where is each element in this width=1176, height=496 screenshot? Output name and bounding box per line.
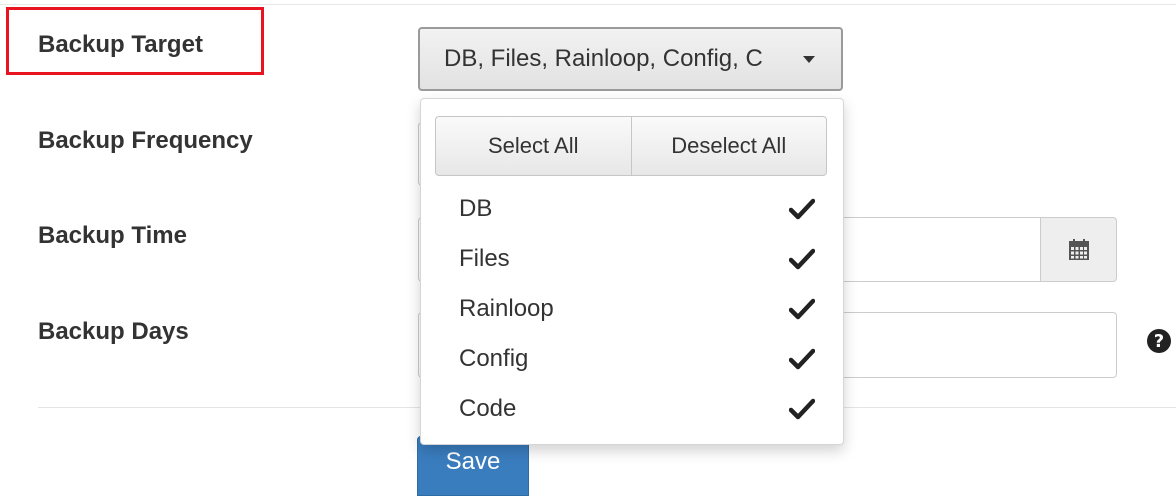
backup-frequency-label: Backup Frequency [38,127,253,154]
calendar-icon [1068,238,1089,260]
calendar-button[interactable] [1040,217,1117,282]
check-icon [789,248,815,270]
save-button[interactable]: Save [417,436,529,496]
option-label: DB [459,195,493,222]
option-code[interactable]: Code [421,384,845,434]
backup-target-select[interactable]: DB, Files, Rainloop, Config, C [418,27,843,91]
check-icon [789,298,815,320]
backup-target-value: DB, Files, Rainloop, Config, C [444,45,763,72]
select-all-button[interactable]: Select All [435,116,632,176]
backup-days-label: Backup Days [38,318,189,345]
option-files[interactable]: Files [421,234,845,284]
backup-target-label: Backup Target [38,31,203,58]
top-rule [0,0,1176,5]
select-actions-group: Select All Deselect All [435,116,827,176]
caret-down-icon [803,56,815,63]
check-icon [789,348,815,370]
option-label: Config [459,345,529,372]
deselect-all-button[interactable]: Deselect All [631,116,827,176]
backup-time-label: Backup Time [38,222,187,249]
option-db[interactable]: DB [421,184,845,234]
check-icon [789,398,815,420]
option-label: Code [459,395,517,422]
option-label: Rainloop [459,295,554,322]
backup-target-dropdown: Select All Deselect All DB Files Rainloo… [420,98,844,445]
option-config[interactable]: Config [421,334,845,384]
check-icon [789,198,815,220]
question-circle-icon[interactable]: ? [1147,329,1171,353]
option-label: Files [459,245,510,272]
option-rainloop[interactable]: Rainloop [421,284,845,334]
